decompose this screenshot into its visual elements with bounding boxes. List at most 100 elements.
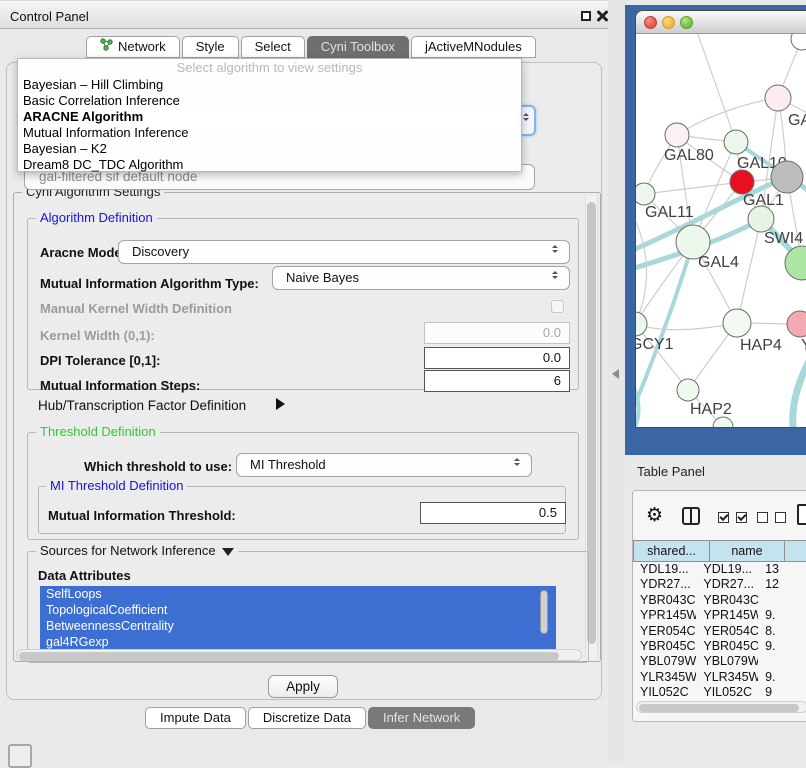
- table-row[interactable]: YER054CYER054C8.: [633, 624, 806, 639]
- aracne-mode-label: Aracne Mode:: [40, 245, 126, 260]
- dropdown-item[interactable]: Dream8 DC_TDC Algorithm: [18, 157, 521, 173]
- data-attributes-list: SelfLoopsTopologicalCoefficientBetweenne…: [40, 586, 556, 650]
- float-window-icon[interactable]: [581, 11, 591, 21]
- cyni-bottom-tabbar: Impute DataDiscretize DataInfer Network: [145, 707, 477, 729]
- tab-infer-network[interactable]: Infer Network: [368, 707, 475, 729]
- column-header[interactable]: A: [785, 540, 806, 562]
- aracne-mode-combo[interactable]: Discovery: [118, 240, 570, 264]
- network-nodes[interactable]: GALGAL80GAL10GAL1GAL11SWI4GAL4GCY1HAP4YH…: [636, 34, 806, 428]
- sources-group-title[interactable]: Sources for Network Inference: [36, 544, 238, 558]
- network-node-swi4[interactable]: [748, 206, 774, 232]
- expand-triangle-icon[interactable]: [276, 398, 285, 410]
- tab-label: Select: [255, 37, 291, 57]
- close-traffic-light-icon[interactable]: [644, 16, 657, 29]
- table-row[interactable]: YLR345WYLR345W9.: [633, 670, 806, 685]
- table-cell: YDL19...: [696, 562, 758, 577]
- table-cell: YIL052C: [696, 685, 758, 700]
- kernel-width-field[interactable]: 0.0: [424, 322, 570, 344]
- zoom-traffic-light-icon[interactable]: [680, 16, 693, 29]
- tab-discretize-data[interactable]: Discretize Data: [248, 707, 366, 729]
- table-horizontal-scrollbar[interactable]: [636, 701, 806, 713]
- combo-spinner-icon: [512, 458, 522, 466]
- tab-select[interactable]: Select: [241, 36, 305, 58]
- file-icon[interactable]: [797, 504, 806, 525]
- attribute-list-item[interactable]: SelfLoops: [40, 586, 556, 602]
- dropdown-item[interactable]: Basic Correlation Inference: [18, 93, 521, 109]
- column-header[interactable]: shared...: [633, 540, 710, 562]
- manual-kernel-width-checkbox[interactable]: [551, 300, 564, 313]
- table-row[interactable]: YBR045CYBR045C9.: [633, 639, 806, 654]
- table-cell: YER054C: [696, 624, 758, 639]
- hub-definition-label[interactable]: Hub/Transcription Factor Definition: [38, 398, 246, 413]
- dpi-tolerance-field[interactable]: 0.0: [424, 347, 570, 369]
- network-node-gal1[interactable]: [730, 170, 754, 194]
- dropdown-item[interactable]: ARACNE Algorithm: [18, 109, 521, 125]
- gear-icon[interactable]: ⚙: [646, 504, 663, 526]
- mi-threshold-field[interactable]: 0.5: [420, 502, 566, 524]
- tab-network[interactable]: Network: [86, 36, 180, 58]
- table-row[interactable]: YDL19...YDL19...13: [633, 562, 806, 577]
- network-node-y[interactable]: [787, 311, 806, 337]
- table-cell: 9.: [758, 639, 806, 654]
- tab-style[interactable]: Style: [182, 36, 239, 58]
- dropdown-item[interactable]: Bayesian – K2: [18, 141, 521, 157]
- table-cell: YBR043C: [633, 593, 696, 608]
- table-row[interactable]: YDR27...YDR27...12: [633, 577, 806, 592]
- network-canvas[interactable]: GALGAL80GAL10GAL1GAL11SWI4GAL4GCY1HAP4YH…: [636, 34, 806, 428]
- attribute-list-item[interactable]: BetweennessCentrality: [40, 618, 556, 634]
- checkbox-empty-icon[interactable]: [757, 512, 768, 523]
- panel-divider: [608, 0, 625, 762]
- which-threshold-label: Which threshold to use:: [84, 459, 232, 474]
- network-node-gal[interactable]: [765, 85, 791, 111]
- tab-impute-data[interactable]: Impute Data: [145, 707, 246, 729]
- mi-algorithm-type-label: Mutual Information Algorithm Type:: [40, 276, 259, 291]
- table-cell: 8.: [758, 624, 806, 639]
- dpi-tolerance-label: DPI Tolerance [0,1]:: [40, 353, 160, 368]
- network-node[interactable]: [791, 34, 806, 50]
- table-cell: 12: [758, 577, 806, 592]
- dropdown-item[interactable]: Mutual Information Inference: [18, 125, 521, 141]
- network-node-gal10[interactable]: [724, 130, 748, 154]
- table-cell: 9.: [758, 608, 806, 623]
- node-label: GAL80: [664, 147, 714, 164]
- tab-cyni-toolbox[interactable]: Cyni Toolbox: [307, 36, 409, 58]
- table-row[interactable]: YBR043CYBR043C: [633, 593, 806, 608]
- table-row[interactable]: YPR145WYPR145W9.: [633, 608, 806, 623]
- network-node-gal11[interactable]: [636, 183, 655, 205]
- tab-label: Style: [196, 37, 225, 57]
- node-label: Y: [801, 337, 806, 354]
- columns-icon[interactable]: [682, 507, 700, 525]
- network-node-hap4[interactable]: [723, 309, 751, 337]
- algorithm-definition-title: Algorithm Definition: [36, 211, 157, 225]
- checkbox-empty-icon[interactable]: [775, 512, 786, 523]
- checkbox-checked-icon[interactable]: [736, 512, 747, 523]
- column-header[interactable]: name: [710, 540, 785, 562]
- mi-algorithm-type-combo[interactable]: Naive Bayes: [272, 266, 570, 290]
- network-window[interactable]: GALGAL80GAL10GAL1GAL11SWI4GAL4GCY1HAP4YH…: [635, 10, 806, 428]
- attribute-list-item[interactable]: gal4RGexp: [40, 634, 556, 650]
- attributes-list-scrollbar[interactable]: [540, 590, 548, 634]
- settings-horizontal-scrollbar[interactable]: [16, 649, 582, 661]
- network-node-hap2[interactable]: [677, 379, 699, 401]
- splitter-collapse-icon[interactable]: [612, 369, 619, 379]
- task-monitor-button[interactable]: [8, 744, 32, 768]
- table-cell: YBL079W: [696, 654, 758, 669]
- network-node-gcy1[interactable]: [636, 312, 647, 336]
- close-icon[interactable]: [596, 10, 608, 22]
- network-node[interactable]: [771, 161, 803, 193]
- tab-jactivemnodules[interactable]: jActiveMNodules: [411, 36, 536, 58]
- mi-steps-field[interactable]: 6: [424, 370, 570, 392]
- apply-button[interactable]: Apply: [268, 675, 338, 698]
- minimize-traffic-light-icon[interactable]: [662, 16, 675, 29]
- which-threshold-combo[interactable]: MI Threshold: [236, 453, 532, 477]
- network-node-gal80[interactable]: [665, 123, 689, 147]
- table-cell: YBR043C: [696, 593, 758, 608]
- table-row[interactable]: YBL079WYBL079W: [633, 654, 806, 669]
- table-cell: [758, 593, 806, 608]
- attribute-list-item[interactable]: TopologicalCoefficient: [40, 602, 556, 618]
- table-row[interactable]: YIL052CYIL052C9: [633, 685, 806, 700]
- table-cell: [758, 654, 806, 669]
- checkbox-checked-icon[interactable]: [718, 512, 729, 523]
- network-window-titlebar[interactable]: [636, 11, 806, 34]
- dropdown-item[interactable]: Bayesian – Hill Climbing: [18, 77, 521, 93]
